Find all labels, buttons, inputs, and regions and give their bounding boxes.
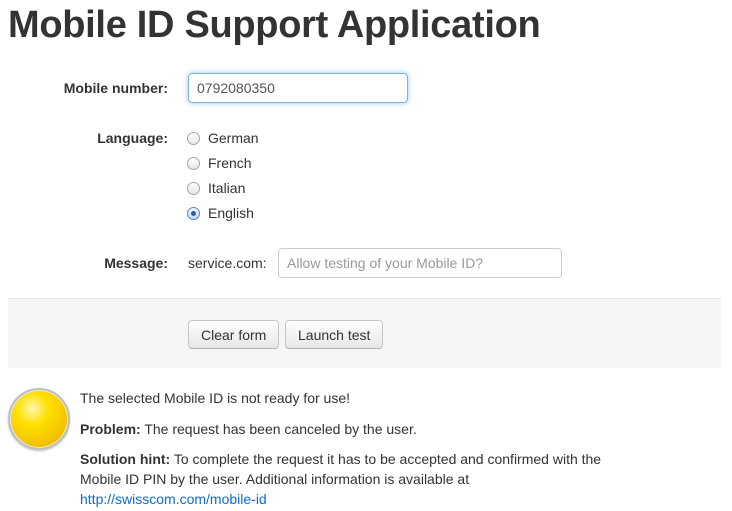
message-prefix: service.com: xyxy=(188,255,267,271)
launch-test-button[interactable]: Launch test xyxy=(285,320,384,349)
radio-label-german: German xyxy=(208,130,259,146)
yellow-status-icon xyxy=(8,388,70,450)
radio-english[interactable] xyxy=(187,206,200,220)
language-option-german[interactable]: German xyxy=(187,128,259,148)
radio-italian[interactable] xyxy=(187,181,200,195)
language-option-italian[interactable]: Italian xyxy=(187,178,245,198)
radio-label-english: English xyxy=(208,205,254,221)
clear-form-button[interactable]: Clear form xyxy=(188,320,280,349)
mobile-id-link[interactable]: http://swisscom.com/mobile-id xyxy=(80,491,267,507)
problem-text: The request has been canceled by the use… xyxy=(140,421,417,437)
radio-german[interactable] xyxy=(187,131,200,145)
problem-label: Problem: xyxy=(80,421,141,437)
result-hint: Solution hint: To complete the request i… xyxy=(80,449,640,509)
mobile-number-input[interactable] xyxy=(188,73,408,103)
mobile-number-label: Mobile number: xyxy=(63,80,168,96)
result-headline: The selected Mobile ID is not ready for … xyxy=(80,390,351,406)
page-title: Mobile ID Support Application xyxy=(8,4,541,46)
message-label: Message: xyxy=(104,255,168,271)
result-problem: Problem: The request has been canceled b… xyxy=(80,419,417,439)
language-option-english[interactable]: English xyxy=(187,203,254,223)
radio-french[interactable] xyxy=(187,156,200,170)
language-option-french[interactable]: French xyxy=(187,153,252,173)
radio-label-italian: Italian xyxy=(208,180,246,196)
hint-label: Solution hint: xyxy=(80,451,171,467)
radio-label-french: French xyxy=(208,155,252,171)
language-label: Language: xyxy=(97,130,168,146)
form-actions: Clear form Launch test xyxy=(8,298,721,368)
message-input[interactable] xyxy=(278,248,562,278)
